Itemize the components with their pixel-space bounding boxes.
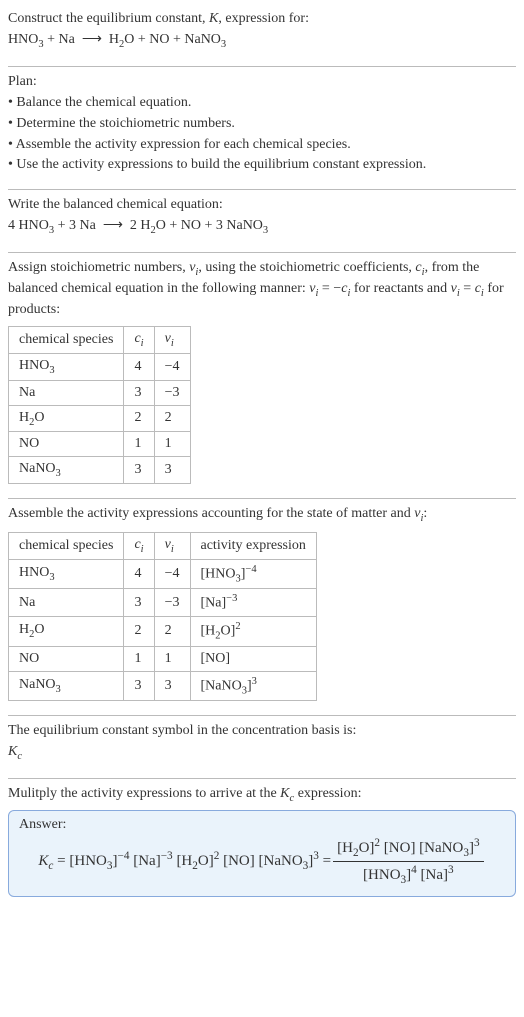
cell-vi: 3	[154, 671, 190, 700]
divider	[8, 498, 516, 499]
divider	[8, 778, 516, 779]
cell-vi: 2	[154, 405, 190, 432]
col-ci: ci	[124, 327, 154, 354]
cell-activity: [H2O]2	[190, 617, 316, 646]
table-row: HNO3 4 −4 [HNO3]−4	[9, 559, 317, 588]
cell-vi: 2	[154, 617, 190, 646]
cell-species: NaNO3	[9, 457, 124, 484]
basis-section: The equilibrium constant symbol in the c…	[8, 722, 516, 764]
unbalanced-equation: HNO3 + Na ⟶ H2O + NO + NaNO3	[8, 31, 516, 52]
fraction-denominator: [HNO3]4 [Na]3	[359, 862, 458, 886]
divider	[8, 66, 516, 67]
cell-species: H2O	[9, 405, 124, 432]
plan-step: • Determine the stoichiometric numbers.	[8, 115, 516, 134]
cell-vi: −3	[154, 380, 190, 405]
cell-activity: [HNO3]−4	[190, 559, 316, 588]
plan-step: • Balance the chemical equation.	[8, 94, 516, 113]
divider	[8, 252, 516, 253]
answer-box: Answer: Kc = [HNO3]−4 [Na]−3 [H2O]2 [NO]…	[8, 810, 516, 897]
cell-ci: 2	[124, 617, 154, 646]
problem-header: Construct the equilibrium constant, K, e…	[8, 10, 516, 52]
col-vi: νi	[154, 327, 190, 354]
balanced-heading: Write the balanced chemical equation:	[8, 196, 516, 215]
cell-vi: −4	[154, 559, 190, 588]
cell-ci: 4	[124, 559, 154, 588]
table-row: Na 3 −3	[9, 380, 191, 405]
cell-species: NaNO3	[9, 671, 124, 700]
table-row: NO 1 1	[9, 432, 191, 457]
table-row: H2O 2 2 [H2O]2	[9, 617, 317, 646]
fraction-numerator: [H2O]2 [NO] [NaNO3]3	[333, 837, 483, 862]
cell-activity: [NaNO3]3	[190, 671, 316, 700]
assemble-section: Assemble the activity expressions accoun…	[8, 505, 516, 701]
basis-symbol: Kc	[8, 743, 516, 764]
assemble-heading: Assemble the activity expressions accoun…	[8, 505, 516, 526]
cell-activity: [NO]	[190, 646, 316, 671]
table-row: NaNO3 3 3	[9, 457, 191, 484]
assign-text: Assign stoichiometric numbers, νi, using…	[8, 259, 516, 320]
answer-fraction: [H2O]2 [NO] [NaNO3]3 [HNO3]4 [Na]3	[333, 837, 483, 886]
cell-ci: 3	[124, 457, 154, 484]
cell-vi: 1	[154, 432, 190, 457]
assign-section: Assign stoichiometric numbers, νi, using…	[8, 259, 516, 484]
plan-step: • Use the activity expressions to build …	[8, 156, 516, 175]
cell-species: Na	[9, 589, 124, 617]
multiply-heading: Mulitply the activity expressions to arr…	[8, 785, 516, 806]
table-row: NaNO3 3 3 [NaNO3]3	[9, 671, 317, 700]
cell-vi: −4	[154, 353, 190, 380]
divider	[8, 715, 516, 716]
cell-vi: 3	[154, 457, 190, 484]
table-row: H2O 2 2	[9, 405, 191, 432]
problem-title: Construct the equilibrium constant, K, e…	[8, 10, 516, 29]
stoichiometric-table: chemical species ci νi HNO3 4 −4 Na 3 −3…	[8, 326, 191, 484]
col-vi: νi	[154, 533, 190, 560]
table-row: Na 3 −3 [Na]−3	[9, 589, 317, 617]
col-ci: ci	[124, 533, 154, 560]
cell-species: NO	[9, 646, 124, 671]
cell-activity: [Na]−3	[190, 589, 316, 617]
balanced-equation-section: Write the balanced chemical equation: 4 …	[8, 196, 516, 238]
table-row: HNO3 4 −4	[9, 353, 191, 380]
cell-ci: 4	[124, 353, 154, 380]
cell-species: Na	[9, 380, 124, 405]
col-species: chemical species	[9, 327, 124, 354]
cell-ci: 3	[124, 589, 154, 617]
cell-species: HNO3	[9, 559, 124, 588]
cell-ci: 1	[124, 432, 154, 457]
answer-lhs: Kc = [HNO3]−4 [Na]−3 [H2O]2 [NO] [NaNO3]…	[38, 850, 331, 872]
cell-ci: 1	[124, 646, 154, 671]
balanced-equation: 4 HNO3 + 3 Na ⟶ 2 H2O + NO + 3 NaNO3	[8, 217, 516, 238]
table-row: NO 1 1 [NO]	[9, 646, 317, 671]
plan-heading: Plan:	[8, 73, 516, 92]
answer-label: Answer:	[19, 817, 505, 833]
plan-step: • Assemble the activity expression for e…	[8, 136, 516, 155]
table-header-row: chemical species ci νi	[9, 327, 191, 354]
multiply-section: Mulitply the activity expressions to arr…	[8, 785, 516, 897]
cell-vi: 1	[154, 646, 190, 671]
answer-equation: Kc = [HNO3]−4 [Na]−3 [H2O]2 [NO] [NaNO3]…	[19, 837, 505, 886]
cell-vi: −3	[154, 589, 190, 617]
divider	[8, 189, 516, 190]
cell-ci: 3	[124, 380, 154, 405]
col-activity: activity expression	[190, 533, 316, 560]
activity-table: chemical species ci νi activity expressi…	[8, 532, 317, 701]
col-species: chemical species	[9, 533, 124, 560]
basis-heading: The equilibrium constant symbol in the c…	[8, 722, 516, 741]
cell-ci: 3	[124, 671, 154, 700]
table-header-row: chemical species ci νi activity expressi…	[9, 533, 317, 560]
cell-species: NO	[9, 432, 124, 457]
cell-species: HNO3	[9, 353, 124, 380]
plan-section: Plan: • Balance the chemical equation. •…	[8, 73, 516, 175]
cell-species: H2O	[9, 617, 124, 646]
cell-ci: 2	[124, 405, 154, 432]
